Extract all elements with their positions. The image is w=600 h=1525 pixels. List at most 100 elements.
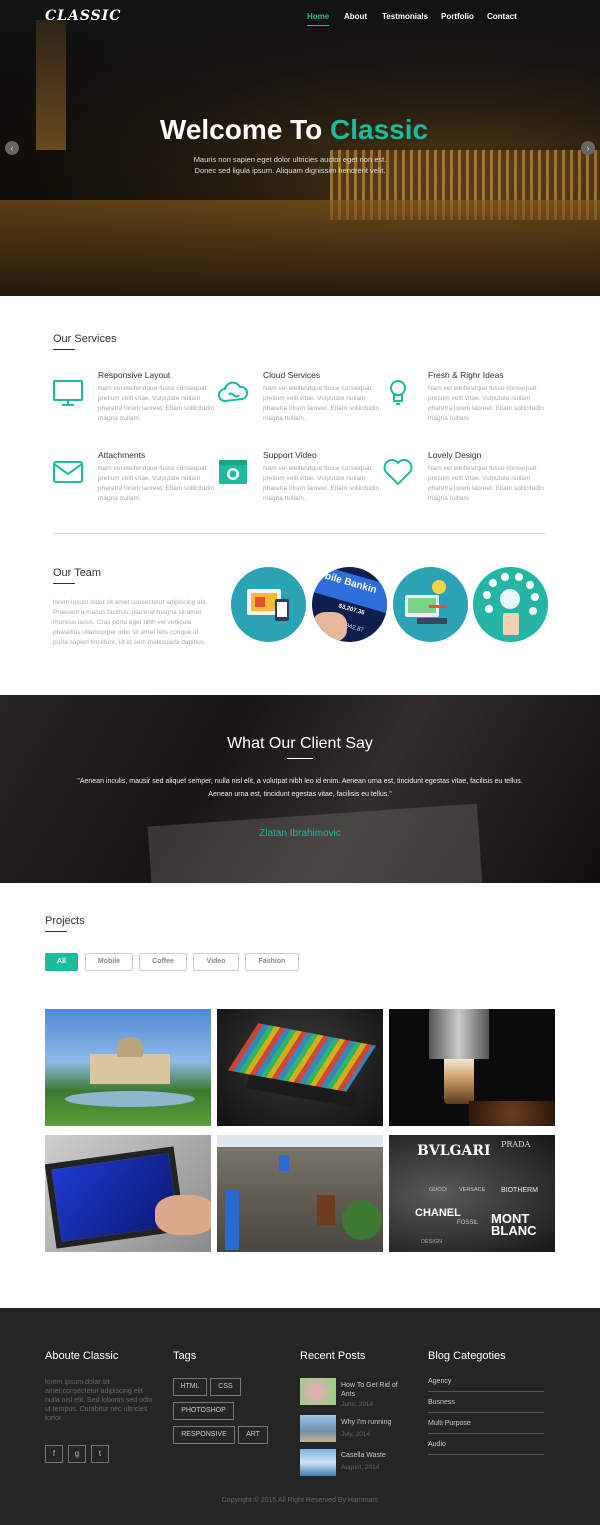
service-title-3: Fresh & Righr Ideas (428, 370, 504, 380)
heart-icon (383, 459, 413, 486)
envelope-icon (53, 461, 83, 483)
projects-heading-underline (45, 931, 67, 932)
team-image-4[interactable] (473, 567, 548, 642)
street-wooden-door (317, 1195, 335, 1225)
nav-home[interactable]: Home (307, 12, 329, 21)
category-multi-purpose[interactable]: Multi Purpose (428, 1420, 544, 1427)
team-image-1[interactable] (231, 567, 306, 642)
facebook-icon[interactable]: f (45, 1445, 63, 1463)
category-divider (428, 1454, 544, 1455)
espresso-machine (429, 1009, 489, 1059)
google-plus-icon[interactable]: g (68, 1445, 86, 1463)
footer-categories-heading: Blog Categoties (428, 1350, 506, 1362)
project-tile-1[interactable] (45, 1009, 211, 1126)
street-blue-shutter (279, 1155, 289, 1171)
category-audio[interactable]: Audio (428, 1441, 544, 1448)
street-blue-door (225, 1190, 239, 1250)
palace-building (90, 1054, 170, 1084)
brand-label-design: DESIGN (421, 1239, 443, 1245)
team-description: lorem ipsum dolor sit amet consectetur a… (53, 599, 208, 646)
post-thumb-1[interactable] (300, 1378, 336, 1405)
brand-label-montblanc: MONT BLANC (491, 1211, 537, 1238)
post-thumb-3[interactable] (300, 1449, 336, 1476)
project-tile-3[interactable] (389, 1009, 555, 1126)
slider-next-arrow-icon[interactable]: › (581, 141, 595, 155)
post-title-2[interactable]: Why I'm running (341, 1418, 411, 1427)
category-busness[interactable]: Busness (428, 1399, 544, 1406)
team-image-3[interactable] (393, 567, 468, 642)
street-sky (217, 1135, 383, 1147)
lightbulb-icon (390, 380, 406, 405)
nav-about[interactable]: About (344, 12, 367, 21)
project-tile-4[interactable] (45, 1135, 211, 1252)
service-text-3: Nam vel eleifendque fusce consequat pret… (428, 385, 544, 422)
team-heading-underline (53, 583, 75, 584)
team-heading: Our Team (53, 567, 102, 579)
post-thumb-2[interactable] (300, 1415, 336, 1442)
testimonial-heading: What Our Client Say (227, 735, 373, 752)
service-title-4: Attachments (98, 450, 146, 460)
brand-label-chanel: CHANEL (415, 1207, 461, 1219)
testimonial-section: What Our Client Say "Aenean inculis, mau… (0, 695, 600, 883)
filter-all-button[interactable]: All (45, 953, 78, 971)
filter-coffee-button[interactable]: Coffee (139, 953, 187, 971)
twitter-icon[interactable]: t (91, 1445, 109, 1463)
post-date-2: July, 2014 (341, 1431, 371, 1438)
brand-label-bvlgari: BVLGARI (417, 1143, 491, 1159)
service-title-2: Cloud Services (263, 370, 321, 380)
tag-html[interactable]: HTML (173, 1378, 207, 1396)
team-image-2[interactable]: obile Bankin $3,207.36 8942.87 (312, 567, 387, 642)
testimonial-heading-underline (287, 758, 313, 759)
tag-responsive[interactable]: RESPONSIVE (173, 1426, 235, 1444)
brand-label-fossil: FOSSIL (457, 1220, 479, 1226)
footer-copyright: Copyright © 2015 All Right Reserved By H… (221, 1497, 379, 1504)
filter-video-button[interactable]: Video (193, 953, 239, 971)
hero-title: Welcome To Classic (0, 114, 588, 146)
nav-portfolio[interactable]: Portfolio (441, 12, 474, 21)
filter-fashion-button[interactable]: Fashion (245, 953, 299, 971)
service-text-5: Nam vel eleifendque fusce consequat pret… (263, 465, 379, 502)
cloud-icon (218, 381, 249, 403)
post-date-1: June, 2014 (341, 1401, 374, 1408)
street-plants (342, 1200, 382, 1240)
devices-illustration-icon (247, 589, 289, 621)
coffee-beans (469, 1101, 555, 1126)
category-divider (428, 1391, 544, 1392)
hero-title-prefix: Welcome To (159, 114, 331, 145)
project-tile-5[interactable] (217, 1135, 383, 1252)
banking-hand (312, 612, 347, 642)
nav-testimonials[interactable]: Testmonials (382, 12, 428, 21)
service-title-1: Responsive Layout (98, 370, 171, 380)
tag-art[interactable]: ART (238, 1426, 268, 1444)
tag-photoshop[interactable]: PHOTOSHOP (173, 1402, 234, 1420)
palace-dome (117, 1037, 143, 1057)
idea-computer-illustration-icon (405, 580, 447, 624)
brand-label-prada: PRADA (501, 1140, 531, 1149)
brand-logo[interactable]: CLASSIC (45, 8, 121, 24)
hero-river-image (0, 200, 600, 296)
services-heading-underline (53, 349, 75, 350)
footer-tags-heading: Tags (173, 1350, 197, 1362)
post-title-1[interactable]: How To Get Rid of Ants (341, 1381, 411, 1399)
footer-recent-heading: Recent Posts (300, 1350, 366, 1362)
post-title-3[interactable]: Casella Waste (341, 1451, 411, 1460)
brand-label-biotherm: BIOTHERM (501, 1187, 538, 1194)
tag-css[interactable]: CSS (210, 1378, 241, 1396)
nav-contact[interactable]: Contact (487, 12, 517, 21)
service-title-6: Lovely Design (428, 450, 482, 460)
filter-mobile-button[interactable]: Mobile (85, 953, 133, 971)
hero-slider (0, 0, 600, 296)
service-text-1: Nam vel eleifendque fusce consequat pret… (98, 385, 214, 422)
category-agency[interactable]: Agency (428, 1378, 544, 1385)
project-tile-6[interactable]: BVLGARI PRADA GUCCI VERSACE BIOTHERM CHA… (389, 1135, 555, 1252)
social-network-illustration-icon (483, 573, 539, 635)
slider-prev-arrow-icon[interactable]: ‹ (5, 141, 19, 155)
service-title-5: Support Video (263, 450, 317, 460)
project-tile-2[interactable] (217, 1009, 383, 1126)
nav-active-underline (307, 25, 329, 26)
service-text-4: Nam vel eleifendque fusce consequat pret… (98, 465, 214, 502)
section-divider (53, 533, 546, 534)
palace-fountain (65, 1091, 195, 1107)
hero-subtitle: Mauris non sapien eget dolor ultricies a… (193, 155, 387, 175)
testimonial-quote: "Aenean inculis, mausir sed aliquet semp… (77, 778, 523, 798)
